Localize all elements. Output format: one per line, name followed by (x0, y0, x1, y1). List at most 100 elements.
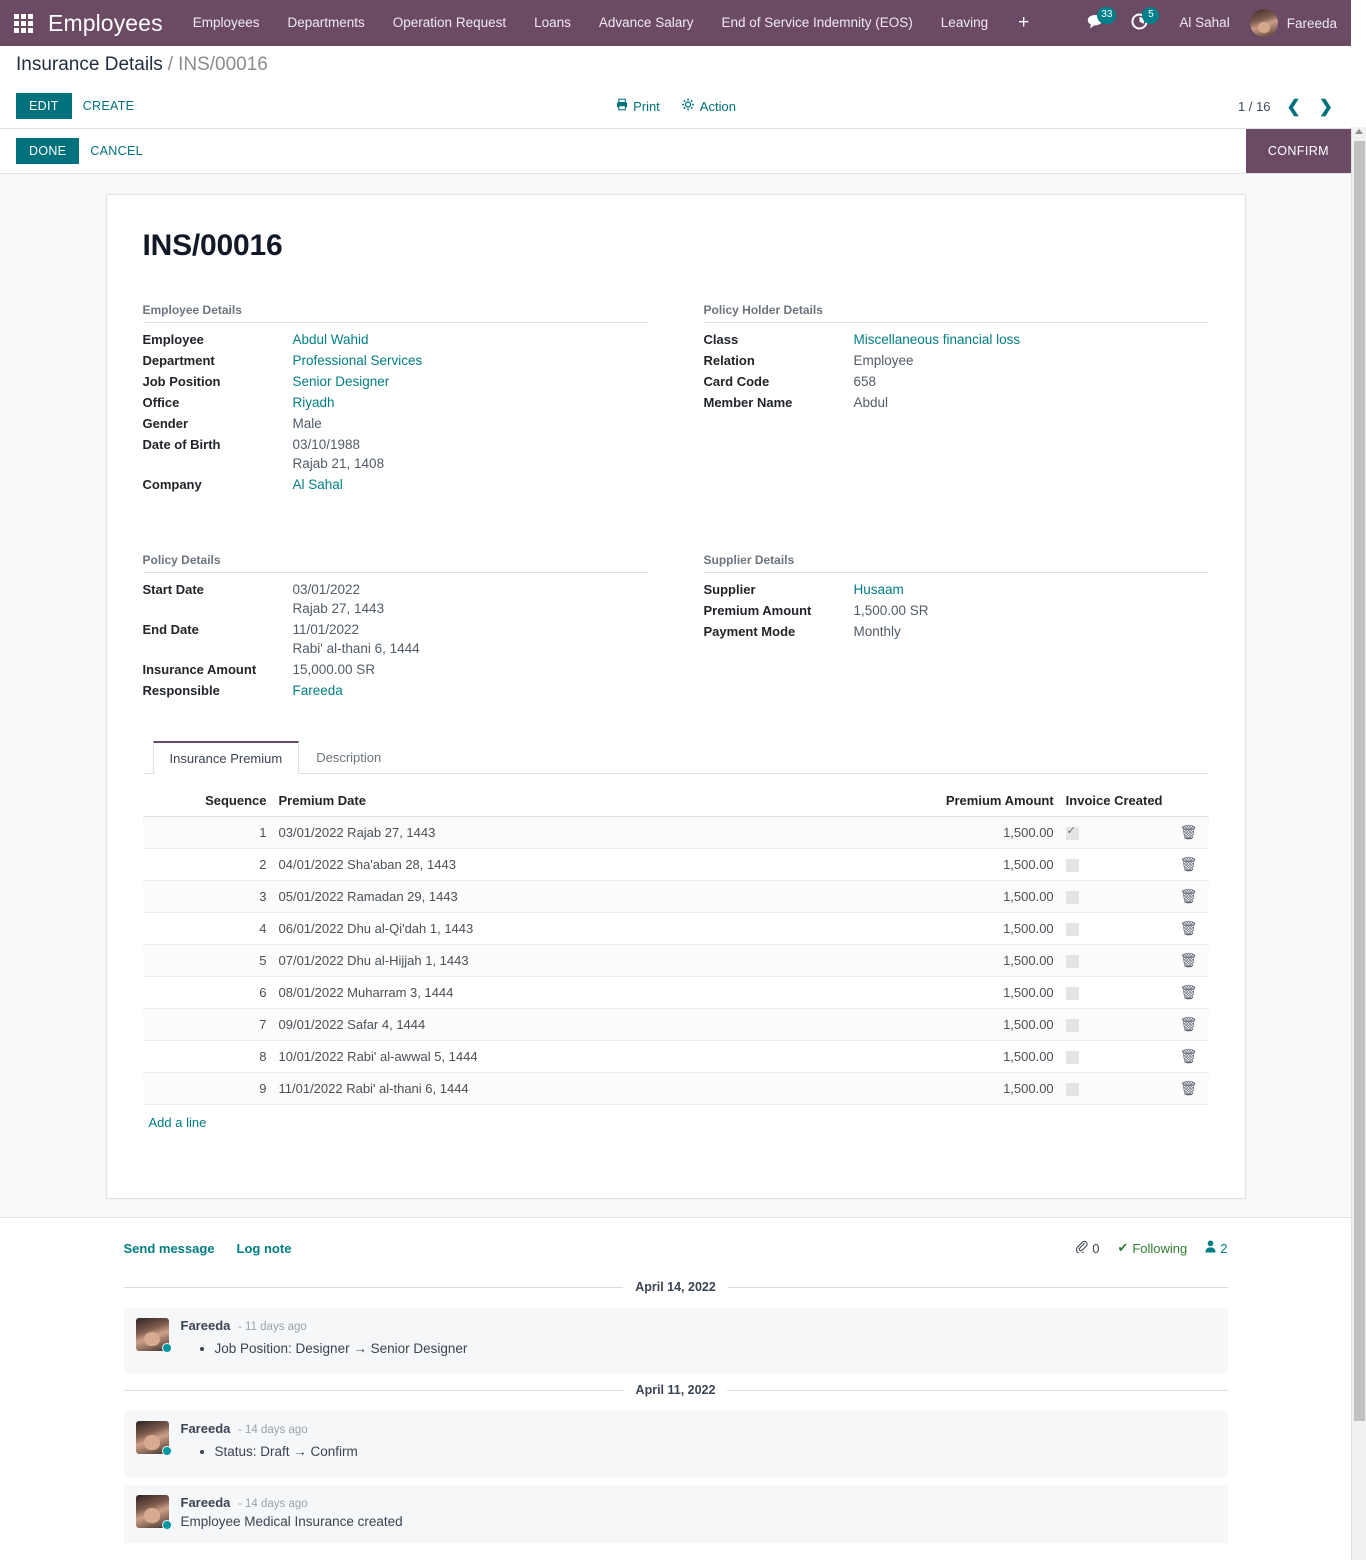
trash-icon[interactable]: 🗑 (1180, 824, 1198, 840)
policy-details-group: Policy Details Start Date 03/01/2022 Raj… (142, 553, 648, 701)
following-button[interactable]: ✔ Following (1117, 1240, 1187, 1256)
field-value[interactable]: Riyadh (293, 395, 335, 410)
chevron-right-icon[interactable]: ❯ (1317, 98, 1335, 115)
message-author[interactable]: Fareeda (181, 1318, 231, 1333)
menu-item-advance-salary[interactable]: Advance Salary (585, 0, 708, 46)
field-value[interactable]: Husaam (854, 582, 904, 597)
control-panel-center: Print Action (615, 98, 736, 114)
invoice-created-checkbox[interactable] (1065, 1019, 1079, 1033)
breadcrumb-current: INS/00016 (178, 54, 268, 75)
done-button[interactable]: DONE (16, 138, 80, 164)
invoice-created-checkbox[interactable] (1065, 1083, 1079, 1097)
message-author[interactable]: Fareeda (181, 1421, 231, 1436)
date-separator-line (123, 1389, 624, 1391)
field-value[interactable]: Al Sahal (293, 477, 343, 492)
field-value[interactable]: Abdul Wahid (293, 332, 369, 347)
add-menu-button[interactable]: + (1002, 0, 1045, 46)
create-button[interactable]: CREATE (72, 93, 146, 119)
scroll-up-arrow-icon[interactable] (1355, 129, 1363, 134)
trash-icon[interactable]: 🗑 (1180, 984, 1198, 1000)
menu-item-operation-request[interactable]: Operation Request (379, 0, 520, 46)
table-row[interactable]: 1 03/01/2022 Rajab 27, 1443 1,500.00 🗑 (142, 816, 1209, 849)
column-header-invoice-created[interactable]: Invoice Created (1059, 788, 1169, 817)
add-a-line-button[interactable]: Add a line (143, 1105, 213, 1140)
table-row[interactable]: 3 05/01/2022 Ramadan 29, 1443 1,500.00 🗑 (142, 880, 1209, 913)
cell-sequence: 4 (142, 912, 273, 945)
field-end-date-hijri: Rabi' al-thani 6, 1444 (292, 641, 420, 656)
field-value[interactable]: Professional Services (293, 353, 423, 368)
field-end-date: End Date 11/01/2022 (143, 619, 648, 640)
chevron-left-icon[interactable]: ❮ (1285, 98, 1303, 115)
message-header: Fareeda - 11 days ago (181, 1318, 1216, 1333)
action-menu[interactable]: Action (682, 98, 736, 114)
main-menu: Employees Departments Operation Request … (179, 0, 1046, 46)
invoice-created-checkbox[interactable] (1065, 1051, 1079, 1065)
trash-icon[interactable]: 🗑 (1180, 1080, 1198, 1096)
send-message-button[interactable]: Send message (124, 1241, 215, 1256)
invoice-created-checkbox[interactable] (1065, 955, 1079, 969)
field-premium-amount: Premium Amount 1,500.00 SR (704, 600, 1209, 621)
field-value[interactable]: Miscellaneous financial loss (854, 332, 1021, 347)
log-note-button[interactable]: Log note (237, 1241, 292, 1256)
table-row[interactable]: 4 06/01/2022 Dhu al-Qi'dah 1, 1443 1,500… (142, 912, 1209, 945)
field-class: Class Miscellaneous financial loss (704, 329, 1209, 350)
trash-icon[interactable]: 🗑 (1180, 920, 1198, 936)
trash-icon[interactable]: 🗑 (1180, 888, 1198, 904)
field-job-position: Job Position Senior Designer (143, 371, 648, 392)
breadcrumb-parent[interactable]: Insurance Details (16, 54, 163, 76)
message-author[interactable]: Fareeda (181, 1495, 231, 1510)
table-row[interactable]: 9 11/01/2022 Rabi' al-thani 6, 1444 1,50… (142, 1072, 1209, 1105)
table-row[interactable]: 7 09/01/2022 Safar 4, 1444 1,500.00 🗑 (142, 1008, 1209, 1041)
breadcrumb: Insurance Details / INS/00016 (0, 46, 1351, 84)
invoice-created-checkbox[interactable] (1065, 987, 1079, 1001)
column-header-premium-amount[interactable]: Premium Amount (909, 788, 1060, 817)
policy-holder-details-title: Policy Holder Details (703, 303, 1209, 323)
column-header-premium-date[interactable]: Premium Date (272, 788, 910, 817)
messages-menu[interactable]: 33 (1078, 0, 1122, 46)
activity-menu[interactable]: 5 (1122, 0, 1165, 46)
field-label: Supplier (703, 582, 756, 597)
invoice-created-checkbox[interactable] (1065, 859, 1079, 873)
menu-item-departments[interactable]: Departments (273, 0, 378, 46)
tab-description[interactable]: Description (299, 741, 398, 774)
column-header-actions (1168, 788, 1209, 817)
field-value: 1,500.00 SR (853, 603, 929, 618)
menu-item-leaving[interactable]: Leaving (927, 0, 1002, 46)
company-switcher[interactable]: Al Sahal (1165, 0, 1243, 46)
menu-item-employees[interactable]: Employees (179, 0, 274, 46)
vertical-scrollbar[interactable] (1351, 127, 1366, 1560)
menu-item-eos[interactable]: End of Service Indemnity (EOS) (707, 0, 926, 46)
column-header-sequence[interactable]: Sequence (142, 788, 273, 817)
gear-icon (682, 98, 695, 114)
tab-insurance-premium[interactable]: Insurance Premium (152, 741, 300, 774)
app-brand[interactable]: Employees (42, 10, 179, 37)
list-item: Job Position: Designer → Senior Designer (215, 1339, 1216, 1359)
invoice-created-checkbox[interactable] (1065, 923, 1079, 937)
table-row[interactable]: 8 10/01/2022 Rabi' al-awwal 5, 1444 1,50… (142, 1040, 1209, 1073)
apps-grid-icon[interactable] (10, 10, 36, 36)
confirm-status-button[interactable]: CONFIRM (1245, 129, 1351, 173)
notebook-tabs: Insurance Premium Description (142, 741, 1209, 774)
cancel-button[interactable]: CANCEL (79, 138, 154, 164)
scrollbar-thumb[interactable] (1354, 141, 1365, 1421)
notebook: Insurance Premium Description Sequence P… (142, 741, 1209, 1140)
user-menu[interactable]: Fareeda (1244, 9, 1337, 37)
invoice-created-checkbox[interactable] (1065, 824, 1079, 841)
followers-button[interactable]: 2 (1205, 1240, 1228, 1256)
field-value[interactable]: Senior Designer (293, 374, 390, 389)
chatter: Send message Log note 0 ✔ Following 2 Ap… (0, 1218, 1351, 1560)
menu-item-loans[interactable]: Loans (520, 0, 585, 46)
invoice-created-checkbox[interactable] (1065, 891, 1079, 905)
field-value[interactable]: Fareeda (293, 683, 343, 698)
table-row[interactable]: 5 07/01/2022 Dhu al-Hijjah 1, 1443 1,500… (142, 944, 1209, 977)
table-row[interactable]: 2 04/01/2022 Sha'aban 28, 1443 1,500.00 … (142, 848, 1209, 881)
trash-icon[interactable]: 🗑 (1180, 1016, 1198, 1032)
messages-badge: 33 (1097, 7, 1117, 24)
trash-icon[interactable]: 🗑 (1180, 952, 1198, 968)
table-row[interactable]: 6 08/01/2022 Muharram 3, 1444 1,500.00 🗑 (142, 976, 1209, 1009)
print-menu[interactable]: Print (615, 98, 660, 114)
attachments-button[interactable]: 0 (1075, 1240, 1099, 1256)
trash-icon[interactable]: 🗑 (1180, 856, 1198, 872)
trash-icon[interactable]: 🗑 (1180, 1048, 1198, 1064)
edit-button[interactable]: EDIT (16, 93, 72, 119)
